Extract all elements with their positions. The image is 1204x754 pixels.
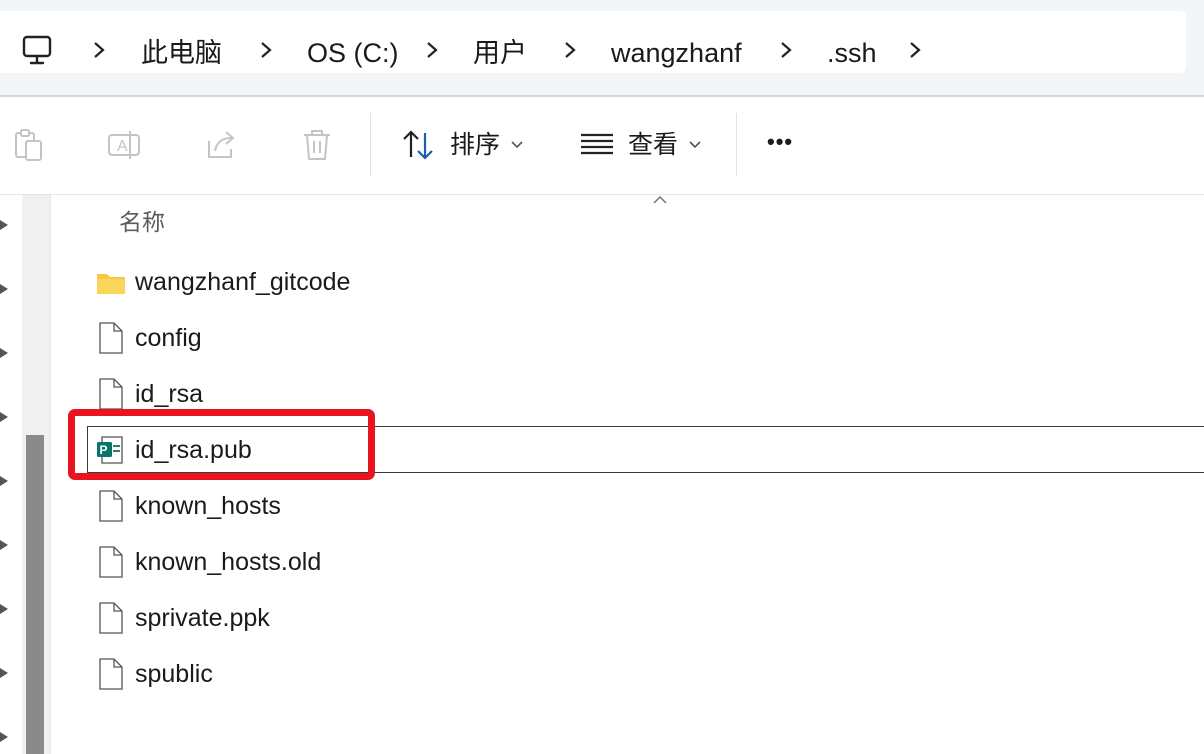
chevron-right-icon[interactable] [92, 41, 106, 59]
breadcrumb-drive-c[interactable]: OS (C:) [307, 37, 399, 69]
rename-icon[interactable]: A [106, 127, 142, 163]
expand-arrow-icon[interactable] [0, 538, 10, 552]
divider [0, 194, 1204, 195]
list-item[interactable]: sprivate.ppk [52, 591, 1204, 647]
file-name: config [135, 324, 202, 352]
chevron-right-icon[interactable] [563, 41, 577, 59]
chevron-right-icon[interactable] [779, 41, 793, 59]
breadcrumb-users[interactable]: 用户 [473, 37, 527, 69]
toolbar-separator [736, 113, 737, 176]
expand-arrow-icon[interactable] [0, 346, 10, 360]
file-icon [99, 322, 123, 354]
file-name: id_rsa [135, 380, 204, 408]
file-icon [99, 546, 123, 578]
file-name: wangzhanf_gitcode [135, 268, 351, 296]
toolbar-separator [370, 113, 371, 176]
navigation-pane [0, 195, 22, 754]
share-icon[interactable] [203, 127, 239, 163]
list-item[interactable]: config [52, 311, 1204, 367]
delete-icon[interactable] [299, 127, 335, 163]
folder-icon [97, 274, 125, 294]
file-icon [99, 490, 123, 522]
sort-ascending-icon [653, 195, 667, 204]
file-icon [99, 378, 123, 410]
view-button-label[interactable]: 查看 [628, 130, 678, 160]
list-item[interactable]: known_hosts.old [52, 535, 1204, 591]
file-name: spublic [135, 660, 213, 688]
expand-arrow-icon[interactable] [0, 218, 10, 232]
list-item[interactable]: wangzhanf_gitcode [52, 255, 1204, 311]
file-icon [99, 602, 123, 634]
computer-icon[interactable] [22, 34, 52, 66]
file-name: sprivate.ppk [135, 604, 270, 632]
more-options-button[interactable]: ••• [767, 127, 793, 157]
file-name: known_hosts [135, 492, 281, 520]
file-icon [99, 658, 123, 690]
expand-arrow-icon[interactable] [0, 666, 10, 680]
chevron-down-icon[interactable] [689, 141, 701, 149]
breadcrumb[interactable]: 此电脑 OS (C:) 用户 wangzhanf .ssh [0, 11, 1186, 73]
breadcrumb-user-folder[interactable]: wangzhanf [611, 37, 742, 69]
chevron-right-icon[interactable] [908, 41, 922, 59]
expand-arrow-icon[interactable] [0, 730, 10, 744]
column-header-name[interactable]: 名称 [119, 207, 165, 237]
file-name: known_hosts.old [135, 548, 322, 576]
chevron-right-icon[interactable] [425, 41, 439, 59]
breadcrumb-ssh[interactable]: .ssh [827, 37, 877, 69]
highlight-annotation-box [68, 409, 375, 480]
expand-arrow-icon[interactable] [0, 474, 10, 488]
scrollbar-thumb[interactable] [26, 435, 44, 754]
sort-icon[interactable] [400, 127, 436, 163]
list-item[interactable]: known_hosts [52, 479, 1204, 535]
divider [50, 195, 51, 754]
sort-button-label[interactable]: 排序 [450, 130, 500, 160]
chevron-down-icon[interactable] [511, 141, 523, 149]
expand-arrow-icon[interactable] [0, 410, 10, 424]
list-item[interactable]: spublic [52, 647, 1204, 703]
expand-arrow-icon[interactable] [0, 282, 10, 296]
address-bar-region: 此电脑 OS (C:) 用户 wangzhanf .ssh [0, 0, 1204, 96]
breadcrumb-this-pc[interactable]: 此电脑 [141, 37, 222, 69]
svg-text:A: A [117, 138, 128, 155]
view-icon[interactable] [579, 127, 615, 163]
expand-arrow-icon[interactable] [0, 602, 10, 616]
paste-icon[interactable] [11, 127, 47, 163]
chevron-right-icon[interactable] [259, 41, 273, 59]
